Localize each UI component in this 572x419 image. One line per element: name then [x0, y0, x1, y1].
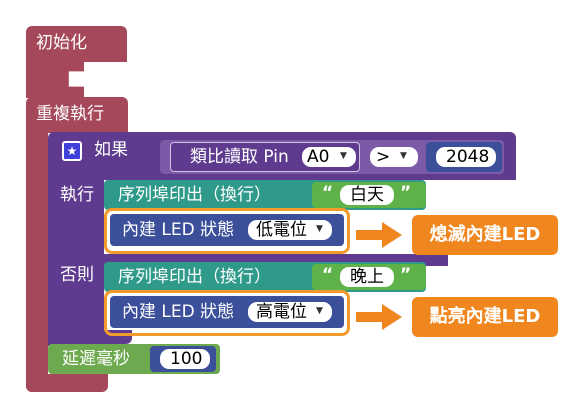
- chevron-down-icon: ▼: [400, 151, 407, 161]
- string-value-else: 晚上: [350, 267, 384, 287]
- operator-value: >: [376, 147, 391, 167]
- do-label: 執行: [60, 185, 94, 205]
- delay-label: 延遲毫秒: [62, 349, 130, 369]
- init-block-stem: [26, 60, 46, 98]
- repeat-block-foot: [26, 374, 108, 392]
- star-icon[interactable]: ★: [62, 141, 82, 161]
- init-block-notch: [46, 60, 84, 98]
- repeat-block-stem: [26, 132, 48, 392]
- quote-open-icon: “: [322, 183, 334, 203]
- repeat-label: 重複執行: [36, 104, 104, 124]
- delay-value: 100: [170, 349, 203, 369]
- highlight-box-then: [104, 208, 350, 254]
- chevron-down-icon: ▼: [340, 151, 347, 161]
- callout-led-off: 熄滅內建LED: [412, 215, 558, 255]
- string-value-then: 白天: [350, 185, 384, 205]
- callout-led-on: 點亮內建LED: [412, 297, 558, 337]
- quote-close-icon: ”: [400, 265, 412, 285]
- else-label: 否則: [60, 265, 94, 285]
- compare-value: 2048: [446, 147, 490, 167]
- init-label: 初始化: [36, 33, 87, 53]
- quote-open-icon: “: [322, 265, 334, 285]
- arrow-right-icon: [356, 222, 402, 248]
- serial-print-label-then: 序列埠印出（換行）: [118, 185, 271, 205]
- serial-print-label-else: 序列埠印出（換行）: [118, 267, 271, 287]
- pin-value: A0: [307, 147, 330, 167]
- quote-close-icon: ”: [400, 183, 412, 203]
- analog-read-label: 類比讀取 Pin: [190, 147, 289, 167]
- arrow-right-icon: [356, 304, 402, 330]
- if-label: 如果: [94, 140, 128, 160]
- highlight-box-else: [104, 290, 350, 336]
